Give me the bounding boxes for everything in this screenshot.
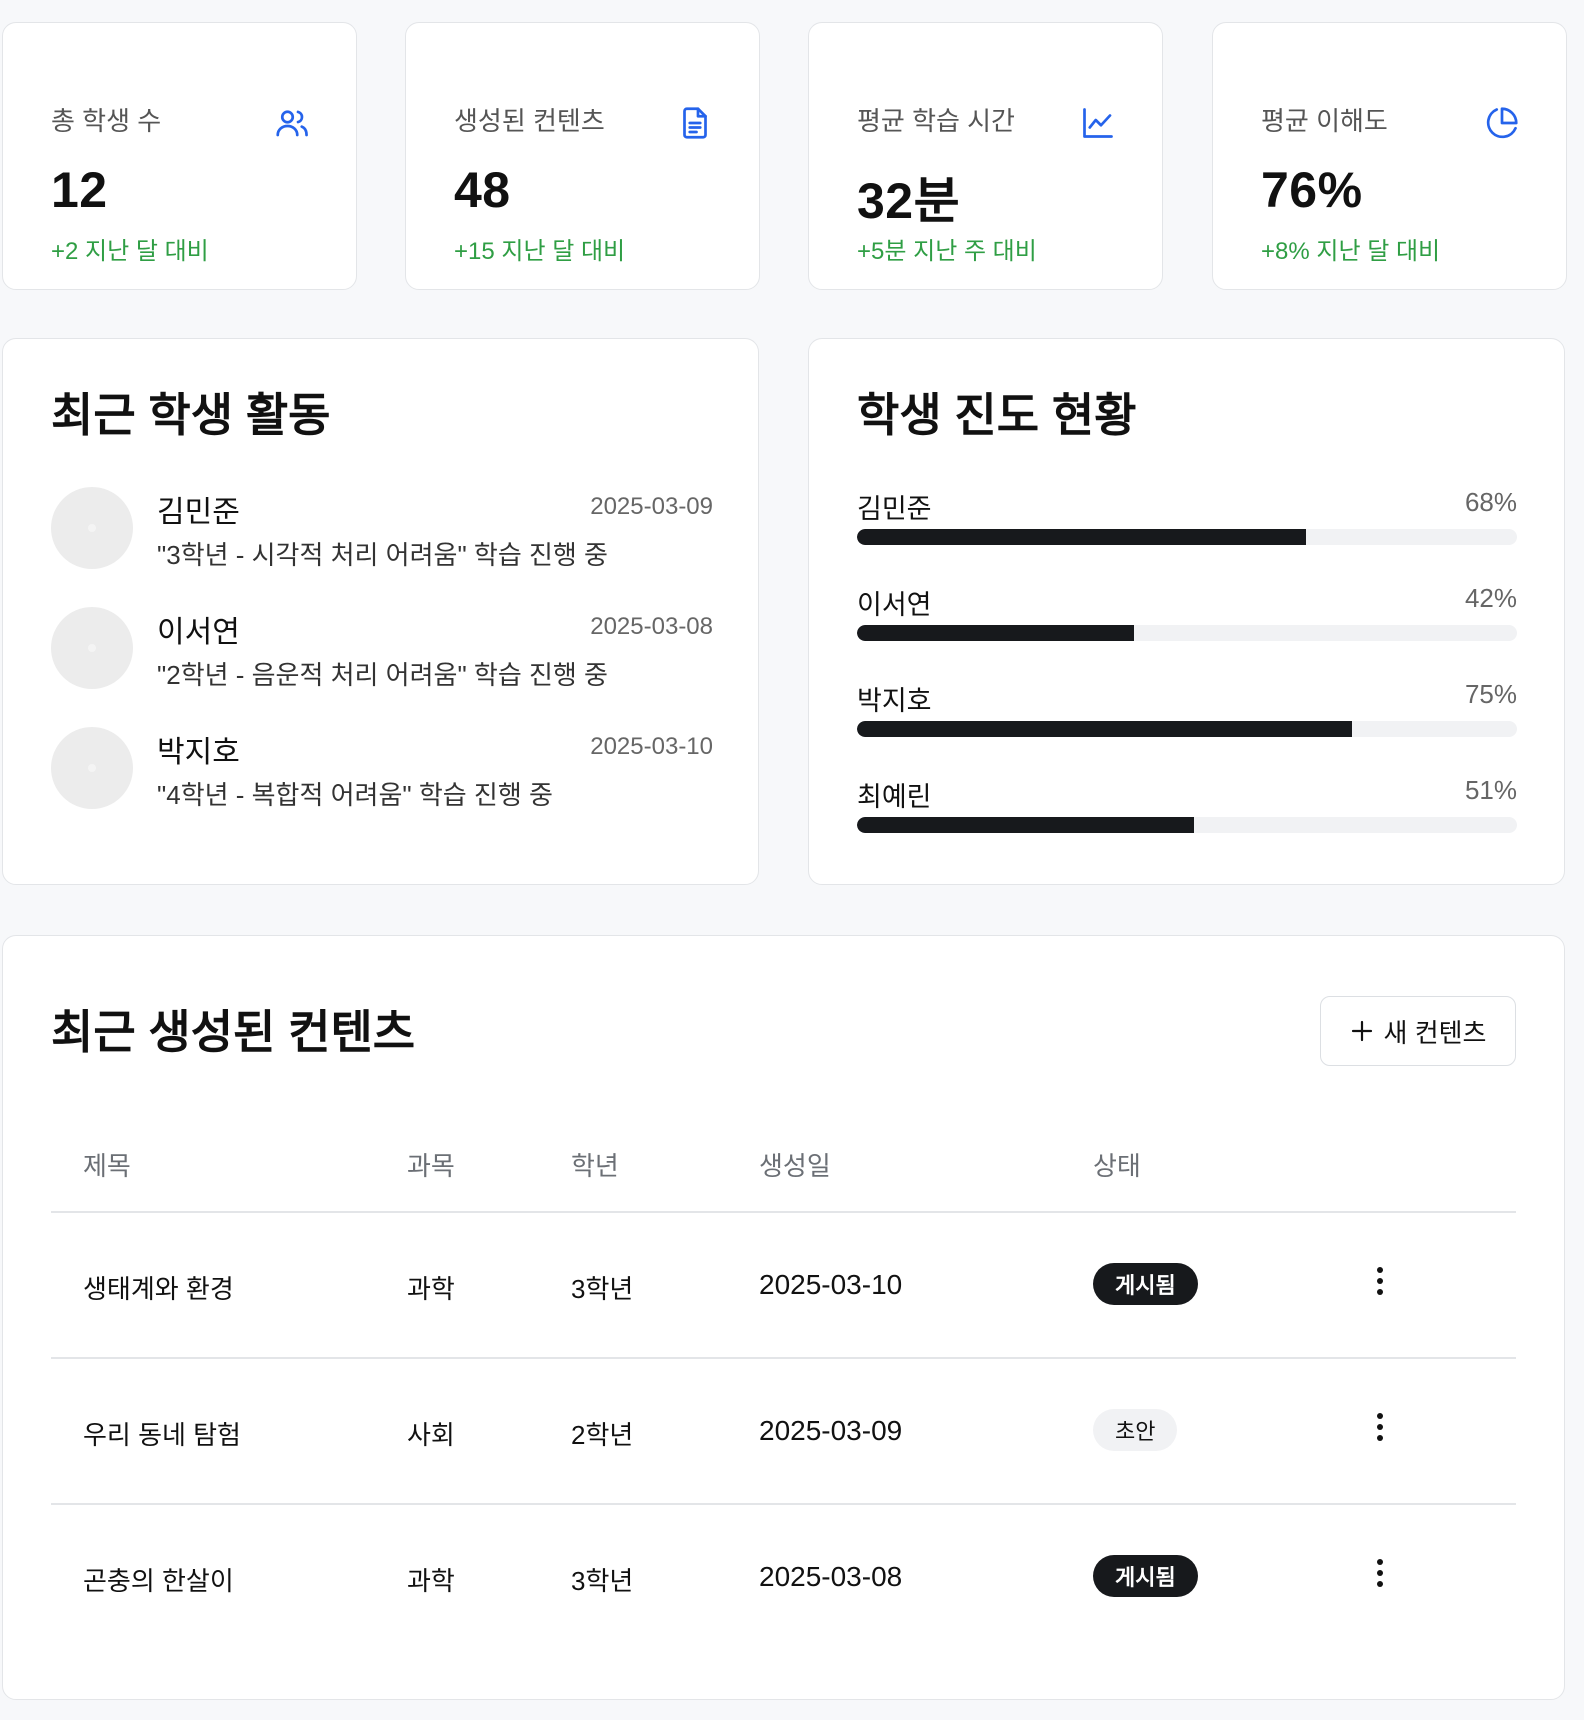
- plus-icon: [1351, 1020, 1372, 1042]
- cell-title: 곤충의 한살이: [83, 1566, 234, 1596]
- cell-title: 우리 동네 탐험: [83, 1420, 241, 1450]
- activity-date: 2025-03-08: [590, 613, 713, 640]
- stat-card-understanding: 평균 이해도 76% +8% 지난 달 대비: [1212, 22, 1567, 290]
- activity-description: "4학년 - 복합적 어려움" 학습 진행 중: [157, 780, 553, 810]
- student-name: 최예린: [857, 782, 932, 812]
- student-name: 박지호: [157, 736, 240, 769]
- student-name: 박지호: [857, 686, 932, 716]
- stat-value: 12: [51, 162, 108, 218]
- progress-item: 박지호 75%: [857, 679, 1517, 749]
- recent-content-card: 최근 생성된 컨텐츠 새 컨텐츠 제목 과목 학년 생성일 상태 생태계와 환경…: [2, 935, 1565, 1700]
- stat-value: 48: [454, 162, 511, 218]
- column-header-created[interactable]: 생성일: [759, 1146, 831, 1183]
- section-title: 최근 생성된 컨텐츠: [51, 1006, 416, 1058]
- status-badge: 게시됨: [1093, 1263, 1198, 1305]
- cell-created: 2025-03-10: [759, 1269, 903, 1300]
- stat-card-students: 총 학생 수 12 +2 지난 달 대비: [2, 22, 357, 290]
- users-icon: [276, 110, 308, 137]
- progress-track: [857, 721, 1517, 737]
- cell-subject: 과학: [407, 1566, 455, 1596]
- stat-card-time: 평균 학습 시간 32분 +5분 지난 주 대비: [808, 22, 1163, 290]
- stat-label: 총 학생 수: [51, 106, 162, 136]
- student-name: 김민준: [857, 494, 932, 524]
- divider: [51, 1357, 1516, 1359]
- column-header-status[interactable]: 상태: [1093, 1146, 1141, 1183]
- student-name: 김민준: [157, 496, 240, 529]
- student-progress-card: 학생 진도 현황 김민준 68% 이서연 42% 박지호 75% 최예린 51%: [808, 338, 1565, 885]
- stat-delta: +2 지난 달 대비: [51, 238, 209, 265]
- stat-label: 평균 학습 시간: [857, 106, 1015, 136]
- divider: [51, 1503, 1516, 1505]
- progress-percent: 68%: [1464, 487, 1517, 517]
- progress-item: 김민준 68%: [857, 487, 1517, 557]
- more-options-icon[interactable]: [1365, 1261, 1395, 1301]
- activity-date: 2025-03-10: [590, 733, 713, 760]
- cell-subject: 사회: [407, 1420, 455, 1450]
- progress-percent: 51%: [1464, 775, 1517, 805]
- progress-fill: [857, 625, 1135, 641]
- cell-created: 2025-03-08: [759, 1561, 903, 1592]
- new-content-label: 새 컨텐츠: [1383, 1017, 1487, 1048]
- more-options-icon[interactable]: [1365, 1553, 1395, 1593]
- avatar: [51, 487, 133, 569]
- stat-delta: +15 지난 달 대비: [454, 238, 626, 265]
- divider: [51, 1211, 1516, 1213]
- activity-description: "3학년 - 시각적 처리 어려움" 학습 진행 중: [157, 540, 608, 570]
- stat-label: 생성된 컨텐츠: [454, 106, 605, 136]
- recent-activity-card: 최근 학생 활동 김민준 2025-03-09 "3학년 - 시각적 처리 어려…: [2, 338, 759, 885]
- cell-subject: 과학: [407, 1274, 455, 1304]
- cell-grade: 3학년: [571, 1566, 634, 1596]
- stat-delta: +8% 지난 달 대비: [1261, 238, 1441, 265]
- cell-grade: 2학년: [571, 1420, 634, 1450]
- progress-item: 최예린 51%: [857, 775, 1517, 845]
- activity-item[interactable]: 박지호 2025-03-10 "4학년 - 복합적 어려움" 학습 진행 중: [51, 727, 713, 817]
- stat-card-content: 생성된 컨텐츠 48 +15 지난 달 대비: [405, 22, 760, 290]
- student-name: 이서연: [857, 590, 932, 620]
- stat-value: 76%: [1261, 162, 1363, 218]
- stat-delta: +5분 지난 주 대비: [857, 238, 1037, 265]
- column-header-grade[interactable]: 학년: [571, 1146, 619, 1183]
- status-badge: 초안: [1093, 1409, 1178, 1451]
- line-chart-icon: [1083, 108, 1113, 138]
- column-header-subject[interactable]: 과목: [407, 1146, 455, 1183]
- new-content-button[interactable]: 새 컨텐츠: [1320, 996, 1516, 1066]
- activity-item[interactable]: 이서연 2025-03-08 "2학년 - 음운적 처리 어려움" 학습 진행 …: [51, 607, 713, 697]
- progress-track: [857, 529, 1517, 545]
- stat-value: 32분: [857, 173, 961, 229]
- section-title: 최근 학생 활동: [51, 389, 331, 441]
- student-name: 이서연: [157, 616, 240, 649]
- progress-track: [857, 625, 1517, 641]
- progress-fill: [857, 817, 1194, 833]
- stat-label: 평균 이해도: [1261, 106, 1388, 136]
- progress-track: [857, 817, 1517, 833]
- section-title: 학생 진도 현황: [857, 389, 1137, 441]
- avatar: [51, 607, 133, 689]
- status-badge: 게시됨: [1093, 1555, 1198, 1597]
- avatar: [51, 727, 133, 809]
- cell-created: 2025-03-09: [759, 1415, 903, 1446]
- progress-item: 이서연 42%: [857, 583, 1517, 653]
- activity-description: "2학년 - 음운적 처리 어려움" 학습 진행 중: [157, 660, 608, 690]
- progress-fill: [857, 721, 1352, 737]
- progress-fill: [857, 529, 1306, 545]
- progress-percent: 75%: [1464, 679, 1517, 709]
- document-icon: [683, 107, 707, 139]
- progress-percent: 42%: [1464, 583, 1517, 613]
- activity-date: 2025-03-09: [590, 493, 713, 520]
- pie-chart-icon: [1486, 107, 1518, 139]
- activity-item[interactable]: 김민준 2025-03-09 "3학년 - 시각적 처리 어려움" 학습 진행 …: [51, 487, 713, 577]
- cell-title: 생태계와 환경: [83, 1274, 234, 1304]
- cell-grade: 3학년: [571, 1274, 634, 1304]
- column-header-title[interactable]: 제목: [83, 1146, 131, 1183]
- more-options-icon[interactable]: [1365, 1407, 1395, 1447]
